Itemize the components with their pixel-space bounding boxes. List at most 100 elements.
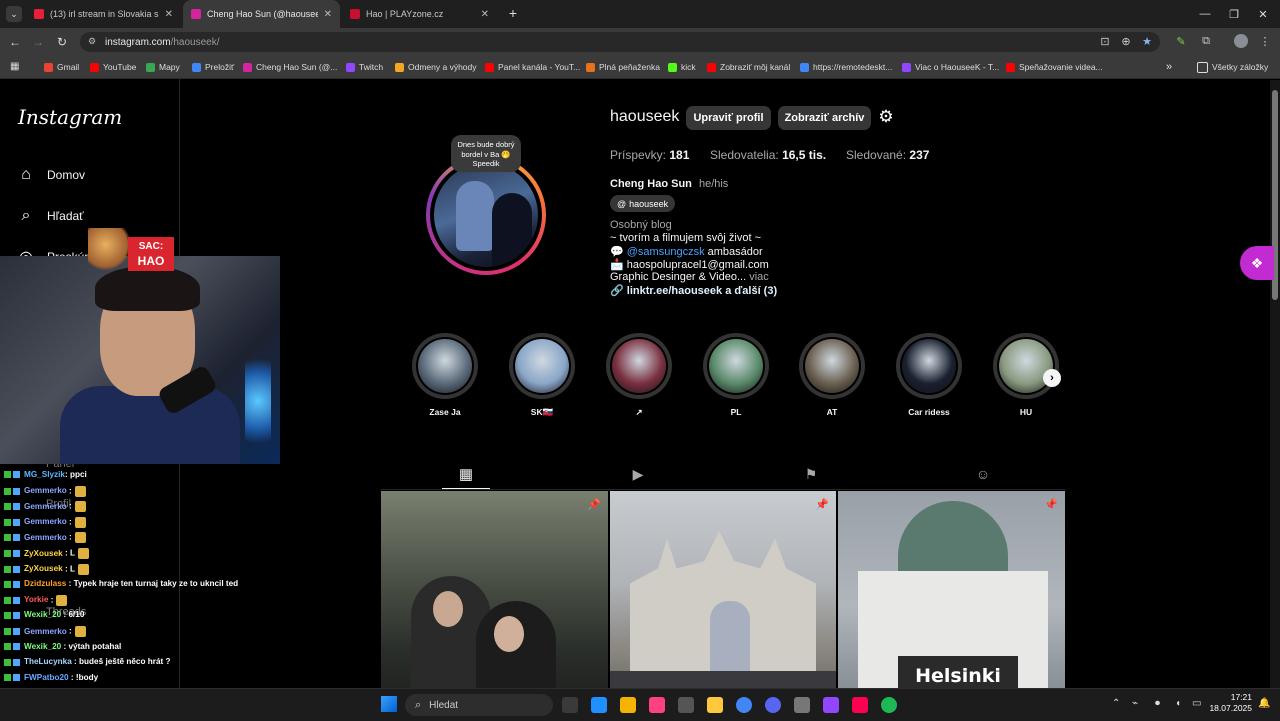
- bio-mention-link[interactable]: @samsungczsk: [627, 246, 705, 258]
- highlight-6[interactable]: [896, 333, 962, 399]
- chat-text: :: [66, 517, 72, 527]
- bookmark-monetization[interactable]: Speňažovanie videa...: [1006, 60, 1103, 74]
- discord-icon[interactable]: [765, 697, 781, 713]
- highlight-3[interactable]: [606, 333, 672, 399]
- speech-bubble-icon: 💬: [610, 246, 627, 258]
- highlight-1[interactable]: [412, 333, 478, 399]
- profile-avatar[interactable]: [434, 163, 538, 267]
- new-tab-button[interactable]: +: [505, 5, 521, 21]
- extension-leaf-icon[interactable]: ✎: [1174, 34, 1188, 48]
- close-icon[interactable]: ✕: [165, 9, 173, 20]
- bookmark-my-channel[interactable]: Zobraziť môj kanál: [707, 60, 790, 74]
- floating-extension-icon[interactable]: ❖: [1240, 246, 1274, 280]
- post-thumbnail-1[interactable]: [381, 491, 608, 720]
- bookmark-youtube[interactable]: YouTube: [90, 60, 136, 74]
- nav-home[interactable]: ⌂ Domov: [16, 163, 85, 187]
- browser-tab-instagram[interactable]: Cheng Hao Sun (@haouseek) - ✕: [183, 0, 340, 28]
- more-bookmarks-chevron[interactable]: »: [1166, 60, 1172, 74]
- view-archive-button[interactable]: Zobraziť archív: [778, 106, 871, 130]
- tray-chevron-icon[interactable]: ⌃: [1112, 698, 1120, 709]
- install-app-icon[interactable]: ⊡: [1098, 34, 1112, 48]
- store-icon[interactable]: [620, 697, 636, 713]
- chat-sub-badge-icon: [13, 596, 20, 604]
- highlight-cover: [515, 339, 569, 393]
- threads-badge[interactable]: @ haouseek: [610, 195, 676, 212]
- highlight-7[interactable]: [993, 333, 1059, 399]
- tray-mic-icon[interactable]: ⏺: [1155, 698, 1160, 709]
- bio-more-link[interactable]: viac: [749, 271, 769, 283]
- edge-icon[interactable]: [591, 697, 607, 713]
- highlights-next-arrow[interactable]: ›: [1043, 369, 1061, 387]
- highlight-2[interactable]: [509, 333, 575, 399]
- tab-tagged-icon[interactable]: ☺: [974, 465, 992, 483]
- bookmark-star-icon[interactable]: ★: [1140, 34, 1154, 48]
- stream-mascot: [88, 228, 132, 270]
- settings-gear-icon[interactable]: ⚙: [877, 108, 895, 126]
- spotify-icon[interactable]: [881, 697, 897, 713]
- taskbar-clock[interactable]: 17:21 18.07.2025: [1208, 692, 1252, 714]
- maps-icon: [146, 62, 155, 72]
- bookmark-wallet[interactable]: Plná peňaženka: [586, 60, 660, 74]
- address-bar[interactable]: ⚙ instagram.com/haouseek/: [80, 32, 1160, 52]
- back-icon[interactable]: ←: [6, 33, 24, 51]
- story-note-bubble[interactable]: Dnes bude dobrý bordel v Ba 🤭 Speedik: [451, 135, 521, 172]
- tab-posts-grid-icon[interactable]: ▦: [457, 465, 475, 483]
- tray-network-icon[interactable]: ⌁: [1132, 698, 1138, 709]
- tab-search-button[interactable]: ⌄: [6, 6, 22, 22]
- post-thumbnail-2[interactable]: [610, 491, 836, 720]
- bookmark-remote-desktop[interactable]: https://remotedeskt...: [800, 60, 892, 74]
- reload-icon[interactable]: ↻: [53, 33, 71, 51]
- highlight-cover: [709, 339, 763, 393]
- bookmark-mapy[interactable]: Mapy: [146, 60, 180, 74]
- bookmark-gmail[interactable]: Gmail: [44, 60, 79, 74]
- tray-battery-icon[interactable]: ▭: [1192, 698, 1201, 709]
- all-bookmarks-folder[interactable]: Všetky záložky: [1197, 60, 1268, 74]
- highlight-5[interactable]: [799, 333, 865, 399]
- chrome-icon[interactable]: [736, 697, 752, 713]
- stat-posts[interactable]: Príspevky: 181: [610, 148, 689, 162]
- profile-link[interactable]: 🔗 linktr.ee/haouseek a ďalší (3): [610, 284, 777, 297]
- post-thumbnail-3[interactable]: Helsinki: [838, 491, 1065, 720]
- bookmark-translate[interactable]: Preložiť: [192, 60, 234, 74]
- profile-avatar-icon[interactable]: [1234, 34, 1248, 48]
- windows-start-icon[interactable]: [381, 696, 397, 712]
- site-info-icon[interactable]: ⚙: [88, 36, 96, 47]
- file-explorer-icon[interactable]: [707, 697, 723, 713]
- stat-followers[interactable]: Sledovatelia: 16,5 tis.: [710, 148, 826, 162]
- bookmark-about[interactable]: Viac o HaouseeK - T...: [902, 60, 999, 74]
- bookmark-kick[interactable]: kick: [668, 60, 696, 74]
- window-close-icon[interactable]: ✕: [1246, 0, 1280, 28]
- zoom-icon[interactable]: ⊕: [1119, 34, 1133, 48]
- twitch-icon: [346, 62, 355, 72]
- chat-badge-icon: [4, 611, 11, 619]
- instagram-logo[interactable]: Instagram: [18, 105, 122, 129]
- forward-icon[interactable]: →: [29, 33, 47, 51]
- extensions-puzzle-icon[interactable]: ⧉: [1199, 34, 1213, 48]
- edit-profile-button[interactable]: Upraviť profil: [686, 106, 771, 130]
- apps-grid-icon[interactable]: ▦: [10, 61, 22, 73]
- tab-reels-icon[interactable]: ▶: [629, 465, 647, 483]
- nav-search[interactable]: ⌕ Hľadať: [16, 204, 84, 228]
- close-icon[interactable]: ✕: [481, 9, 489, 20]
- highlight-4[interactable]: [703, 333, 769, 399]
- taskbar-search-box[interactable]: ⌕ Hledat: [405, 694, 553, 716]
- close-icon[interactable]: ✕: [324, 9, 332, 20]
- bookmark-channel-panel[interactable]: Panel kanála - YouT...: [485, 60, 580, 74]
- stat-following[interactable]: Sledované: 237: [846, 148, 929, 162]
- photos-icon[interactable]: [649, 697, 665, 713]
- browser-tab-playzone[interactable]: Hao | PLAYzone.cz ✕: [342, 0, 497, 28]
- bookmark-instagram[interactable]: Cheng Hao Sun (@...: [243, 60, 337, 74]
- obs-icon[interactable]: [823, 697, 839, 713]
- task-view-icon[interactable]: [562, 697, 578, 713]
- bookmark-rewards[interactable]: Odmeny a výhody: [395, 60, 477, 74]
- ctrl-app-icon[interactable]: [678, 697, 694, 713]
- tiktok-icon[interactable]: [852, 697, 868, 713]
- tab-saved-bookmark-icon[interactable]: ⚑: [802, 465, 820, 483]
- browser-tab-youtube[interactable]: (13) irl stream in Slovakia sk - Y ✕: [26, 0, 181, 28]
- notification-bell-icon[interactable]: 🔔: [1258, 698, 1270, 709]
- steam-icon[interactable]: [794, 697, 810, 713]
- bookmark-twitch[interactable]: Twitch: [346, 60, 383, 74]
- more-menu-icon[interactable]: ⋮: [1258, 34, 1272, 48]
- tray-volume-icon[interactable]: ◖: [1175, 698, 1181, 709]
- chat-emote-icon: [56, 594, 68, 606]
